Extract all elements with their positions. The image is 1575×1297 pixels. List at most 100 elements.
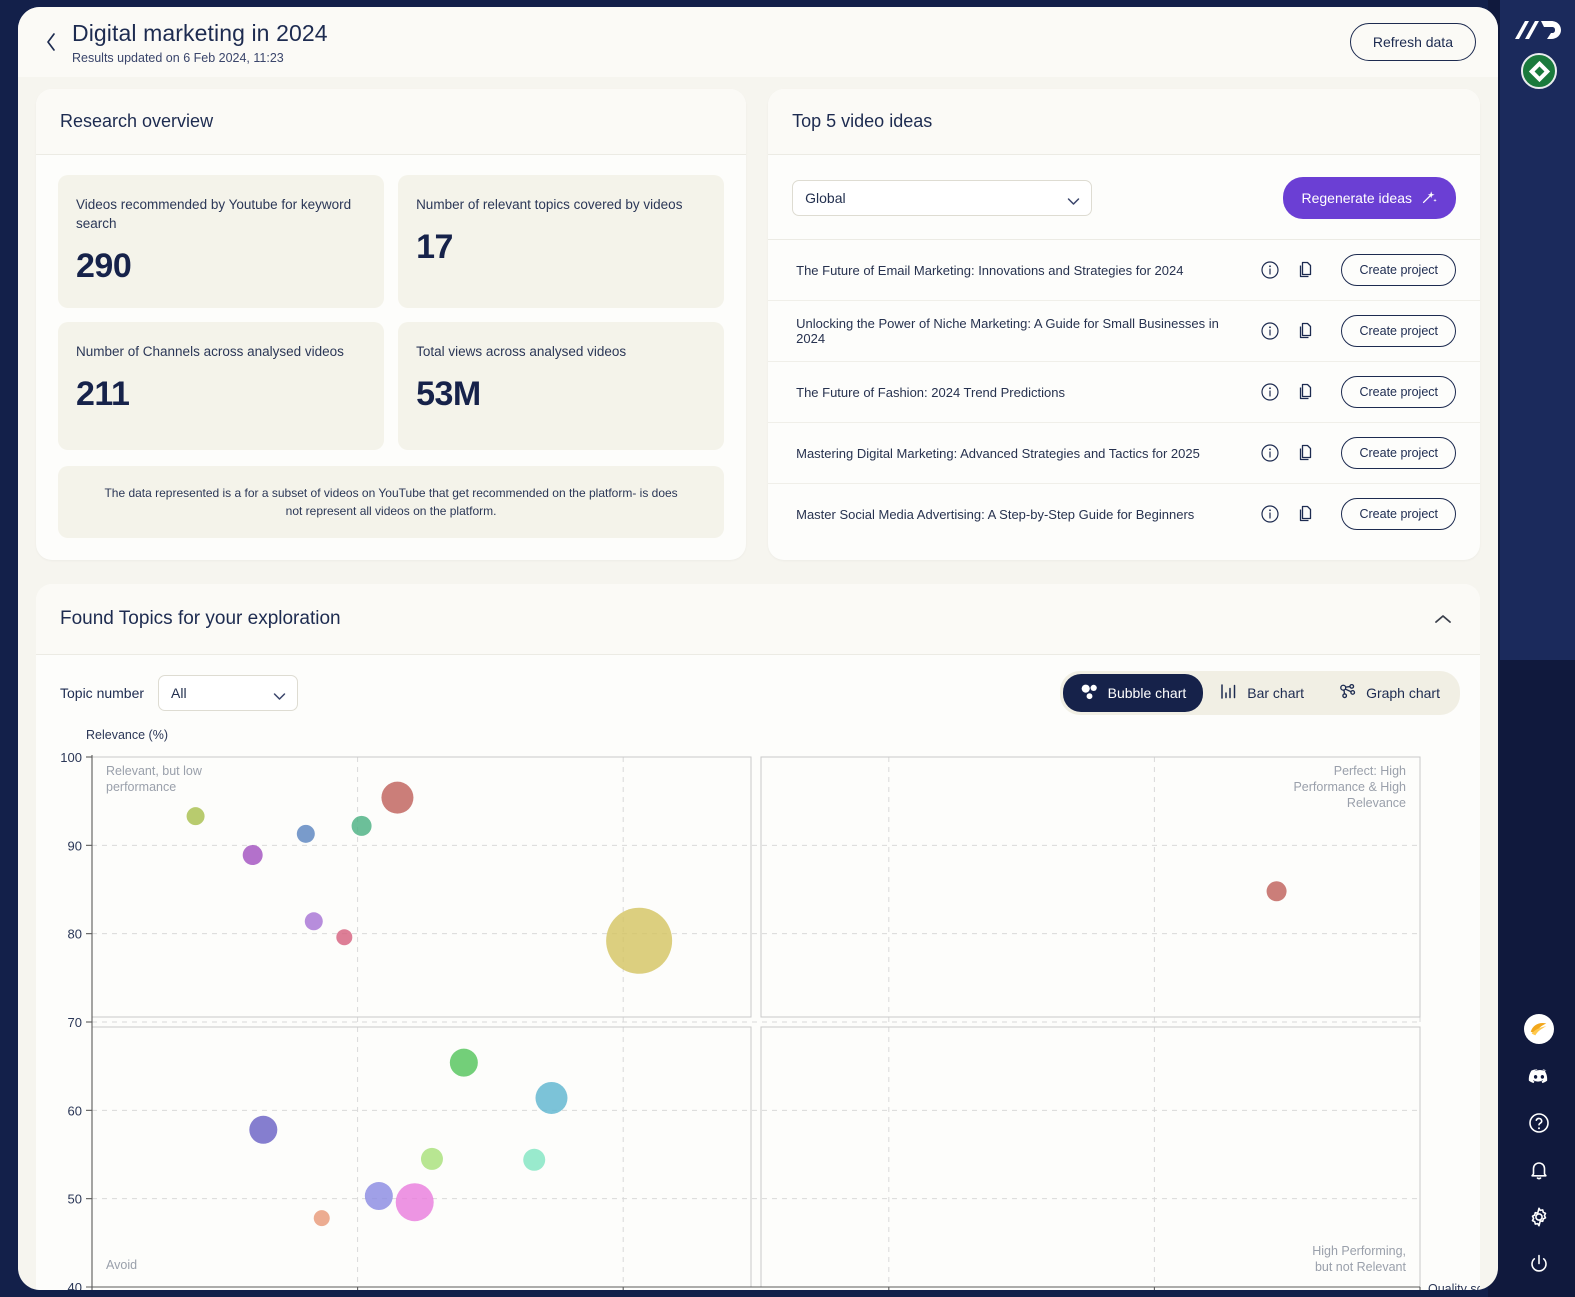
bubble-point[interactable] xyxy=(523,1149,545,1171)
bubble-point[interactable] xyxy=(297,825,315,843)
info-icon[interactable] xyxy=(1259,381,1281,403)
info-icon[interactable] xyxy=(1259,320,1281,342)
main-window: Digital marketing in 2024 Results update… xyxy=(18,7,1498,1290)
found-topics-card: Found Topics for your exploration Topic … xyxy=(36,584,1480,1290)
y-tick-label: 80 xyxy=(68,927,82,942)
bar-chart-icon xyxy=(1220,683,1238,703)
copy-icon[interactable] xyxy=(1295,442,1317,464)
bubble-point[interactable] xyxy=(336,930,352,946)
app-root: Digital marketing in 2024 Results update… xyxy=(0,0,1575,1297)
create-project-button[interactable]: Create project xyxy=(1341,315,1456,347)
bubble-point[interactable] xyxy=(606,908,672,974)
list-item[interactable]: The Future of Fashion: 2024 Trend Predic… xyxy=(768,362,1480,423)
tab-bubble-chart[interactable]: Bubble chart xyxy=(1063,674,1204,712)
bubble-point[interactable] xyxy=(421,1148,443,1170)
cards-row: Research overview Videos recommended by … xyxy=(36,89,1480,560)
regenerate-ideas-button[interactable]: Regenerate ideas xyxy=(1283,177,1456,219)
list-item[interactable]: Master Social Media Advertising: A Step-… xyxy=(768,484,1480,544)
quadrant-label: High Performing,but not Relevant xyxy=(1312,1244,1406,1274)
video-ideas-card: Top 5 video ideas Global Regenerate idea… xyxy=(768,89,1480,560)
chevron-up-icon[interactable] xyxy=(1430,606,1456,632)
bubble-point[interactable] xyxy=(243,845,263,865)
bubble-chart[interactable]: Relevance (%)405060708090100020406080100… xyxy=(36,721,1480,1290)
right-sidebar xyxy=(1488,0,1575,1297)
bubble-point[interactable] xyxy=(187,807,205,825)
y-tick-label: 90 xyxy=(68,839,82,854)
bubble-chart-svg[interactable]: Relevance (%)405060708090100020406080100… xyxy=(36,727,1480,1290)
video-idea-title: The Future of Email Marketing: Innovatio… xyxy=(796,263,1245,278)
sidebar-top-panel xyxy=(1500,0,1575,660)
chevron-left-icon[interactable] xyxy=(38,29,64,55)
create-project-button[interactable]: Create project xyxy=(1341,254,1456,286)
quadrant-box xyxy=(92,757,751,1017)
create-project-button[interactable]: Create project xyxy=(1341,437,1456,469)
found-topics-title: Found Topics for your exploration xyxy=(60,608,341,630)
help-icon[interactable] xyxy=(1524,1108,1554,1138)
bubble-point[interactable] xyxy=(314,1210,330,1226)
list-item[interactable]: Unlocking the Power of Niche Marketing: … xyxy=(768,301,1480,362)
bubble-point[interactable] xyxy=(1267,882,1287,902)
bubble-point[interactable] xyxy=(450,1049,478,1077)
content-area: Research overview Videos recommended by … xyxy=(18,77,1498,1290)
stat-card: Total views across analysed videos 53M xyxy=(398,322,724,450)
stat-label: Number of relevant topics covered by vid… xyxy=(416,195,706,214)
bubble-point[interactable] xyxy=(381,782,413,814)
topic-number-select[interactable]: All xyxy=(158,675,298,711)
power-icon[interactable] xyxy=(1524,1249,1554,1279)
bubble-point[interactable] xyxy=(396,1184,434,1222)
info-icon[interactable] xyxy=(1259,259,1281,281)
create-project-button[interactable]: Create project xyxy=(1341,376,1456,408)
list-item[interactable]: The Future of Email Marketing: Innovatio… xyxy=(768,240,1480,301)
video-ideas-controls: Global Regenerate ideas xyxy=(768,155,1480,239)
info-icon[interactable] xyxy=(1259,442,1281,464)
region-select-wrap: Global xyxy=(792,180,1092,216)
bubble-chart-icon xyxy=(1080,683,1099,703)
page-title: Digital marketing in 2024 xyxy=(72,20,1350,47)
discord-icon[interactable] xyxy=(1524,1061,1554,1091)
sidebar-icon-list xyxy=(1516,1014,1561,1279)
stat-value: 53M xyxy=(416,375,706,414)
topic-number-label: Topic number xyxy=(60,685,144,701)
brand-logo-icon[interactable] xyxy=(1507,10,1567,50)
research-overview-body: Videos recommended by Youtube for keywor… xyxy=(36,155,746,560)
video-idea-title: Unlocking the Power of Niche Marketing: … xyxy=(796,316,1245,346)
quadrant-label: Avoid xyxy=(106,1258,137,1272)
copy-icon[interactable] xyxy=(1295,320,1317,342)
tab-bar-chart[interactable]: Bar chart xyxy=(1203,674,1321,712)
quadrant-box xyxy=(761,757,1420,1017)
bubble-point[interactable] xyxy=(365,1182,393,1210)
tab-graph-chart-label: Graph chart xyxy=(1366,685,1440,701)
quadrant-label: Perfect: HighPerformance & HighRelevance xyxy=(1293,764,1406,810)
bubble-point[interactable] xyxy=(535,1082,567,1114)
video-idea-title: Mastering Digital Marketing: Advanced St… xyxy=(796,446,1245,461)
green-diamond-badge-icon[interactable] xyxy=(1521,53,1557,89)
graph-chart-icon xyxy=(1338,683,1357,703)
create-project-button[interactable]: Create project xyxy=(1341,498,1456,530)
y-tick-label: 100 xyxy=(60,750,82,765)
title-block: Digital marketing in 2024 Results update… xyxy=(72,20,1350,65)
bell-icon[interactable] xyxy=(1524,1155,1554,1185)
copy-icon[interactable] xyxy=(1295,381,1317,403)
settings-gear-icon[interactable] xyxy=(1524,1202,1554,1232)
refresh-data-button[interactable]: Refresh data xyxy=(1350,23,1476,61)
list-item[interactable]: Mastering Digital Marketing: Advanced St… xyxy=(768,423,1480,484)
video-ideas-heading: Top 5 video ideas xyxy=(768,89,1480,155)
video-idea-title: Master Social Media Advertising: A Step-… xyxy=(796,507,1245,522)
taco-logo-icon[interactable] xyxy=(1524,1014,1554,1044)
top-bar: Digital marketing in 2024 Results update… xyxy=(18,7,1498,77)
copy-icon[interactable] xyxy=(1295,503,1317,525)
bubble-point[interactable] xyxy=(249,1116,277,1144)
stat-card: Videos recommended by Youtube for keywor… xyxy=(58,175,384,308)
research-overview-heading: Research overview xyxy=(36,89,746,155)
bubble-point[interactable] xyxy=(305,913,323,931)
bubble-point[interactable] xyxy=(352,816,372,836)
y-tick-label: 50 xyxy=(68,1192,82,1207)
chart-type-toggle: Bubble chart Bar chart xyxy=(1060,671,1460,715)
copy-icon[interactable] xyxy=(1295,259,1317,281)
info-icon[interactable] xyxy=(1259,503,1281,525)
stat-label: Number of Channels across analysed video… xyxy=(76,342,366,361)
magic-wand-icon xyxy=(1421,188,1438,208)
region-select[interactable]: Global xyxy=(792,180,1092,216)
tab-graph-chart[interactable]: Graph chart xyxy=(1321,674,1457,712)
y-tick-label: 40 xyxy=(68,1280,82,1290)
